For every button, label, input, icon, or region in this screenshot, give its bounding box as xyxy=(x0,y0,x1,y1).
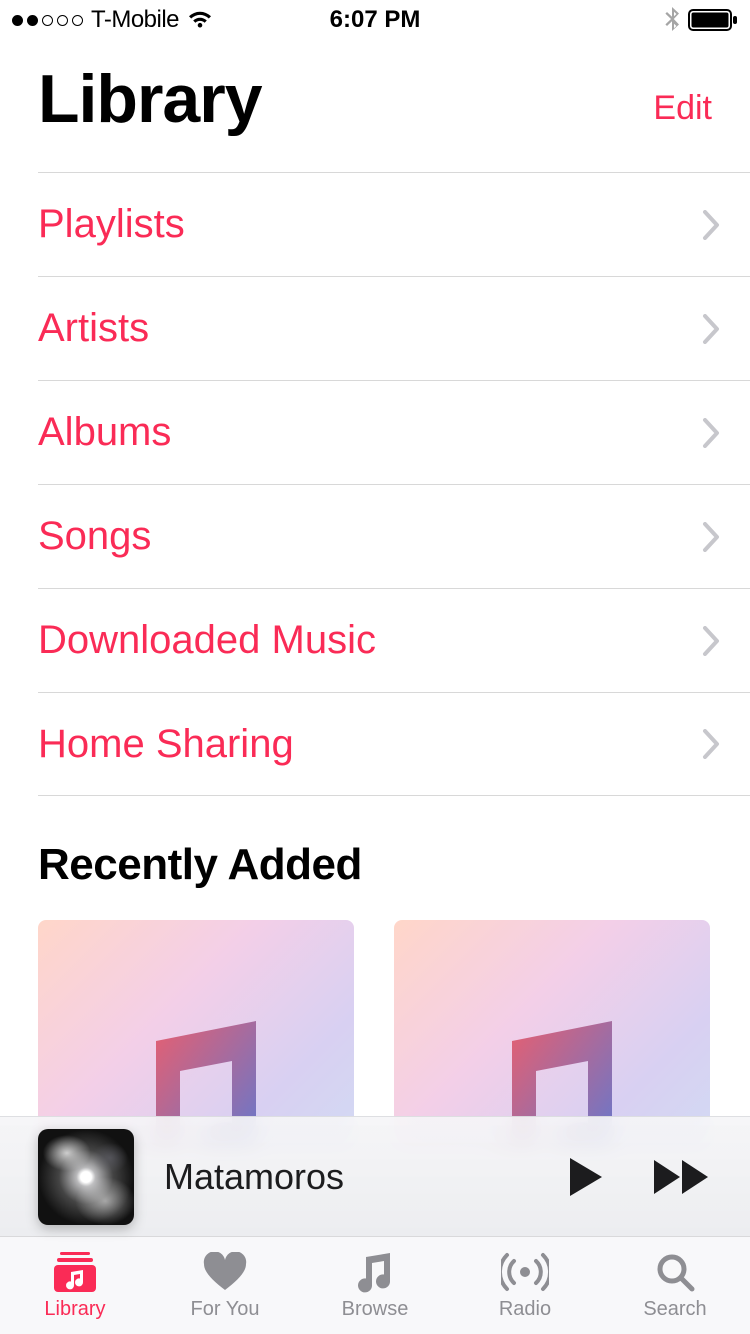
music-note-icon xyxy=(356,1250,394,1294)
carrier-label: T-Mobile xyxy=(91,6,179,34)
play-button[interactable] xyxy=(568,1156,604,1198)
category-downloaded-music[interactable]: Downloaded Music xyxy=(38,588,750,692)
tab-radio[interactable]: Radio xyxy=(450,1237,600,1334)
bluetooth-icon xyxy=(664,7,680,33)
category-albums[interactable]: Albums xyxy=(38,380,750,484)
status-bar: T-Mobile 6:07 PM xyxy=(0,0,750,40)
category-songs[interactable]: Songs xyxy=(38,484,750,588)
recently-added-grid[interactable] xyxy=(0,920,750,1148)
chevron-right-icon xyxy=(702,729,750,759)
library-icon xyxy=(54,1250,96,1294)
recently-added-heading: Recently Added xyxy=(0,796,750,920)
signal-strength-icon xyxy=(12,15,83,26)
category-label: Playlists xyxy=(38,202,702,247)
tab-label: Library xyxy=(44,1298,105,1321)
tab-label: Browse xyxy=(342,1298,409,1321)
status-time: 6:07 PM xyxy=(330,6,421,34)
now-playing-title: Matamoros xyxy=(164,1156,538,1198)
chevron-right-icon xyxy=(702,626,750,656)
tab-label: Radio xyxy=(499,1298,551,1321)
tab-label: Search xyxy=(643,1298,706,1321)
tab-label: For You xyxy=(191,1298,260,1321)
tab-for-you[interactable]: For You xyxy=(150,1237,300,1334)
chevron-right-icon xyxy=(702,522,750,552)
chevron-right-icon xyxy=(702,418,750,448)
category-artists[interactable]: Artists xyxy=(38,276,750,380)
category-label: Downloaded Music xyxy=(38,618,702,663)
battery-icon xyxy=(688,8,738,32)
category-label: Home Sharing xyxy=(38,722,702,767)
category-label: Albums xyxy=(38,410,702,455)
next-track-button[interactable] xyxy=(652,1158,712,1196)
album-tile[interactable] xyxy=(394,920,710,1148)
mini-player[interactable]: Matamoros xyxy=(0,1116,750,1236)
chevron-right-icon xyxy=(702,210,750,240)
wifi-icon xyxy=(187,10,213,30)
category-playlists[interactable]: Playlists xyxy=(38,172,750,276)
tab-browse[interactable]: Browse xyxy=(300,1237,450,1334)
edit-button[interactable]: Edit xyxy=(653,89,712,138)
heart-icon xyxy=(202,1250,248,1294)
category-home-sharing[interactable]: Home Sharing xyxy=(38,692,750,796)
now-playing-artwork xyxy=(38,1129,134,1225)
tab-library[interactable]: Library xyxy=(0,1237,150,1334)
tab-search[interactable]: Search xyxy=(600,1237,750,1334)
category-label: Songs xyxy=(38,514,702,559)
page-title: Library xyxy=(38,60,262,138)
radio-icon xyxy=(501,1250,549,1294)
library-category-list: Playlists Artists Albums Songs Downloade… xyxy=(0,172,750,796)
album-tile[interactable] xyxy=(38,920,354,1148)
search-icon xyxy=(655,1250,695,1294)
chevron-right-icon xyxy=(702,314,750,344)
tab-bar: Library For You Browse Radio Search xyxy=(0,1236,750,1334)
category-label: Artists xyxy=(38,306,702,351)
